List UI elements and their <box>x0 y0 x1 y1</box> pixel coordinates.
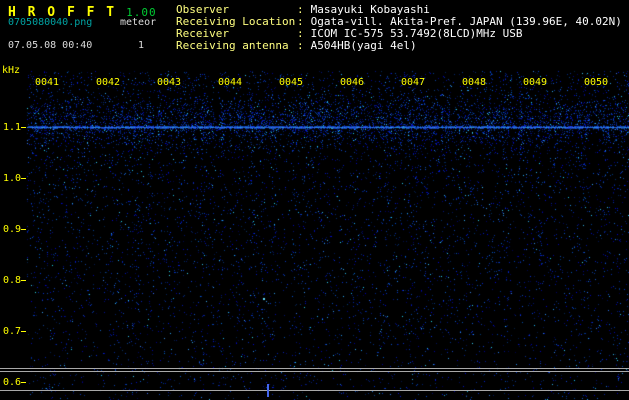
x-tick-label: 0043 <box>156 77 182 88</box>
info-value: A504HB(yagi 4el) <box>310 39 417 52</box>
y-tick-label: 0.6 <box>3 377 22 388</box>
y-tick-mark <box>21 178 26 179</box>
station-info-row: Receiving antenna: A504HB(yagi 4el) <box>176 40 622 52</box>
hrofft-screen: H R O F F T 1.00 0705080040.png meteor 07.… <box>0 0 629 400</box>
x-tick-label: 0050 <box>583 77 609 88</box>
y-axis-unit: kHz <box>2 65 21 76</box>
x-tick-label: 0044 <box>217 77 243 88</box>
x-tick-label: 0045 <box>278 77 304 88</box>
echo-count: 1 <box>138 40 145 51</box>
y-tick-mark <box>21 127 26 128</box>
level-panel-second-line <box>0 371 629 372</box>
x-tick-label: 0049 <box>522 77 548 88</box>
level-panel-top-line <box>0 368 629 369</box>
level-panel-baseline <box>0 390 629 391</box>
y-tick-label: 0.8 <box>3 275 22 286</box>
y-tick-label: 0.7 <box>3 326 22 337</box>
spectrogram-canvas <box>0 65 629 400</box>
datetime-row: 07.05.08 00:40 1 <box>8 40 144 51</box>
x-tick-label: 0046 <box>339 77 365 88</box>
y-tick-mark <box>21 331 26 332</box>
y-tick-label: 0.9 <box>3 224 22 235</box>
x-tick-label: 0048 <box>461 77 487 88</box>
station-info: Observer: Masayuki Kobayashi Receiving Loc… <box>176 4 622 52</box>
file-row: 0705080040.png meteor <box>8 17 156 28</box>
output-filename: 0705080040.png <box>8 17 93 28</box>
info-separator: : <box>297 39 304 52</box>
y-tick-label: 1.1 <box>3 122 22 133</box>
meteor-level-tick <box>267 384 269 397</box>
y-tick-mark <box>21 382 26 383</box>
x-tick-label: 0041 <box>34 77 60 88</box>
x-tick-label: 0047 <box>400 77 426 88</box>
y-tick-mark <box>21 280 26 281</box>
x-tick-label: 0042 <box>95 77 121 88</box>
observation-datetime: 07.05.08 00:40 <box>8 40 93 51</box>
y-tick-label: 1.0 <box>3 173 22 184</box>
info-label: Receiving antenna <box>176 39 289 52</box>
y-tick-mark <box>21 229 26 230</box>
observation-mode: meteor <box>120 17 157 28</box>
